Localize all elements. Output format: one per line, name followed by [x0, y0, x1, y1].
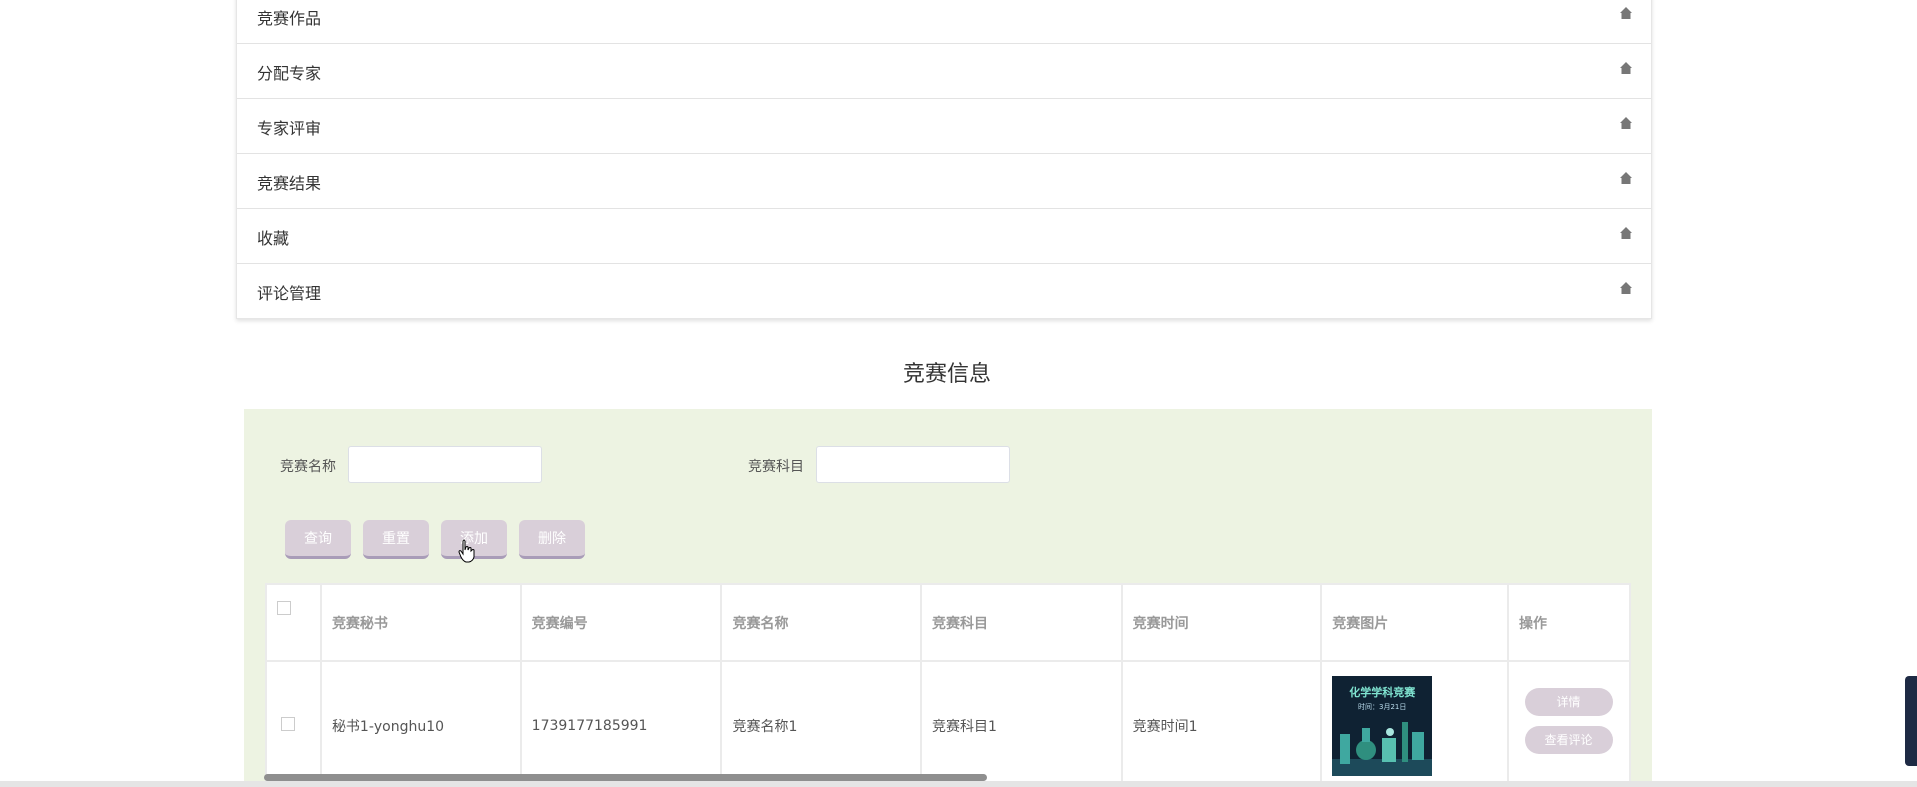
header-actions: 操作 — [1507, 583, 1631, 662]
detail-button[interactable]: 详情 — [1524, 688, 1613, 716]
menu-item-label: 分配专家 — [257, 64, 322, 83]
menu-item-results[interactable]: 竞赛结果 — [237, 153, 1651, 208]
select-all-cell — [265, 583, 322, 662]
name-label: 竞赛名称 — [280, 459, 336, 475]
name-input[interactable] — [348, 446, 542, 483]
cell-name: 竞赛名称1 — [720, 660, 923, 787]
header-name: 竞赛名称 — [720, 583, 923, 662]
cell-image: 化学学科竞赛 时间：3月21日 — [1320, 660, 1510, 787]
cell-secretary: 秘书1-yonghu10 — [319, 660, 522, 787]
home-icon — [1620, 117, 1632, 129]
menu-item-comments[interactable]: 评论管理 — [237, 263, 1651, 318]
menu-item-label: 专家评审 — [257, 119, 322, 138]
cell-actions: 详情 查看评论 — [1507, 660, 1631, 787]
header-secretary: 竞赛秘书 — [319, 583, 522, 662]
header-subject: 竞赛科目 — [920, 583, 1123, 662]
subject-input[interactable] — [816, 446, 1010, 483]
menu-item-label: 评论管理 — [257, 284, 322, 303]
content-panel: 竞赛名称 竞赛科目 查询 重置 添加 删除 竞赛秘书 竞赛编号 竞赛名称 竞赛科… — [244, 409, 1652, 787]
delete-button[interactable]: 删除 — [519, 520, 585, 559]
horizontal-scroll-track — [0, 781, 1917, 787]
view-comments-button[interactable]: 查看评论 — [1524, 726, 1613, 754]
cell-number: 1739177185991 — [519, 660, 723, 787]
image-subtitle: 时间：3月21日 — [1358, 703, 1407, 711]
menu-list: 竞赛作品 分配专家 专家评审 竞赛结果 收藏 评论管理 — [236, 0, 1652, 319]
table-header-row: 竞赛秘书 竞赛编号 竞赛名称 竞赛科目 竞赛时间 竞赛图片 操作 — [265, 583, 1631, 662]
cell-subject: 竞赛科目1 — [920, 660, 1123, 787]
home-icon — [1620, 227, 1632, 239]
home-icon — [1620, 62, 1632, 74]
menu-item-label: 竞赛作品 — [257, 9, 322, 28]
menu-item-assign-expert[interactable]: 分配专家 — [237, 43, 1651, 98]
select-all-checkbox[interactable] — [277, 601, 291, 615]
reset-button[interactable]: 重置 — [363, 520, 429, 559]
header-time: 竞赛时间 — [1120, 583, 1323, 662]
row-select-cell — [265, 660, 322, 787]
table-row: 秘书1-yonghu10 1739177185991 竞赛名称1 竞赛科目1 竞… — [265, 660, 1631, 787]
competition-image[interactable]: 化学学科竞赛 时间：3月21日 — [1332, 676, 1433, 776]
header-number: 竞赛编号 — [519, 583, 723, 662]
side-widget[interactable] — [1905, 676, 1917, 766]
page-title: 竞赛信息 — [902, 362, 991, 387]
menu-item-expert-review[interactable]: 专家评审 — [237, 98, 1651, 153]
horizontal-scrollbar[interactable] — [264, 774, 987, 781]
header-image: 竞赛图片 — [1320, 583, 1510, 662]
cell-time: 竞赛时间1 — [1120, 660, 1323, 787]
subject-label: 竞赛科目 — [748, 459, 804, 475]
menu-item-label: 竞赛结果 — [257, 174, 322, 193]
menu-item-label: 收藏 — [257, 229, 290, 248]
image-title: 化学学科竞赛 — [1349, 686, 1416, 699]
menu-item-works[interactable]: 竞赛作品 — [237, 0, 1651, 43]
home-icon — [1620, 7, 1632, 19]
row-checkbox[interactable] — [281, 717, 295, 731]
menu-item-favorites[interactable]: 收藏 — [237, 208, 1651, 263]
hand-cursor-icon — [458, 539, 475, 563]
query-button[interactable]: 查询 — [285, 520, 351, 559]
data-table-container: 竞赛秘书 竞赛编号 竞赛名称 竞赛科目 竞赛时间 竞赛图片 操作 秘书1-yon… — [265, 583, 1631, 787]
lab-illustration — [1332, 722, 1433, 776]
home-icon — [1620, 172, 1632, 184]
data-table: 竞赛秘书 竞赛编号 竞赛名称 竞赛科目 竞赛时间 竞赛图片 操作 秘书1-yon… — [265, 583, 1631, 787]
home-icon — [1620, 282, 1632, 294]
